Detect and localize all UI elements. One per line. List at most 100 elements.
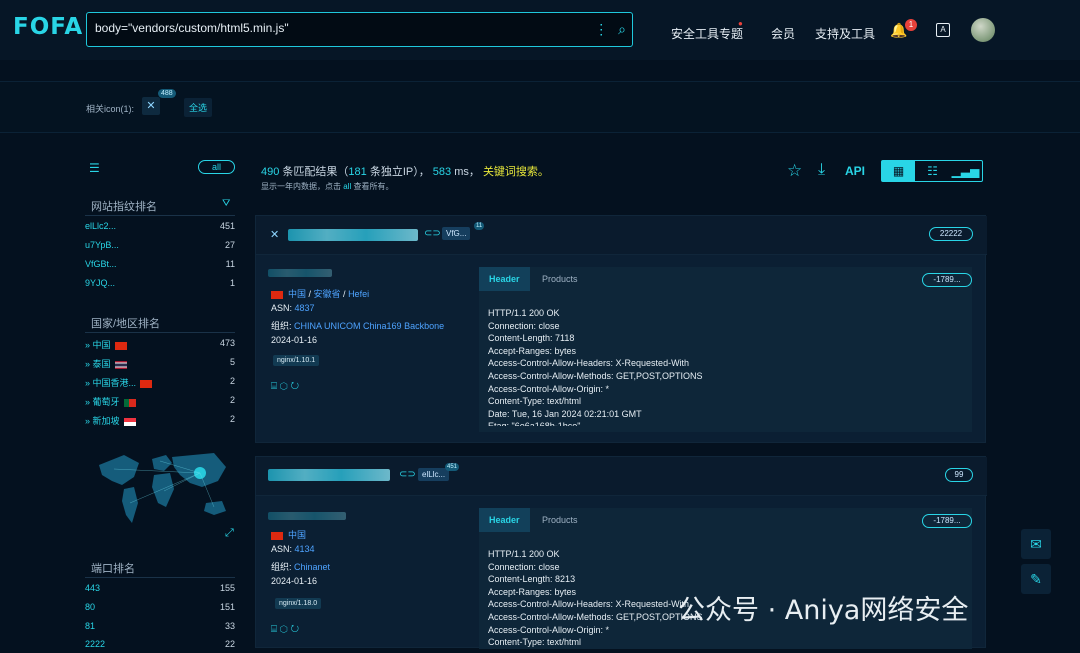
link-icon[interactable]: ⊂⊃: [399, 469, 416, 480]
all-button[interactable]: all: [198, 160, 235, 174]
fingerprint-item[interactable]: VfGBt... 11: [85, 259, 235, 273]
card-header: ⊂⊃ elLlc... 451 99: [256, 457, 987, 496]
avatar[interactable]: [971, 18, 995, 42]
code-icon[interactable]: ⌸: [271, 381, 277, 392]
http-header-text: HTTP/1.1 200 OK Connection: close Conten…: [488, 308, 703, 426]
tab-header[interactable]: Header: [479, 267, 530, 291]
redacted-host[interactable]: [288, 229, 418, 241]
country-item[interactable]: » 泰国 5: [85, 357, 235, 371]
search-icon[interactable]: ⌕: [618, 21, 626, 37]
http-header-text: HTTP/1.1 200 OK Connection: close Conten…: [488, 549, 703, 648]
refresh-icon[interactable]: ↻: [291, 381, 299, 392]
filter-icon[interactable]: ⛛: [222, 198, 230, 209]
port-item[interactable]: 80 151: [85, 602, 235, 616]
view-switcher: ▦ ☷ ▁▃▅: [881, 160, 983, 182]
results-note: 显示一年内数据，点击 all 查看所有。: [261, 182, 394, 191]
server-tag[interactable]: nginx/1.18.0: [275, 598, 322, 609]
flag-cn-icon: [114, 341, 127, 350]
flag-hk-icon: [140, 379, 153, 388]
fingerprint-tag[interactable]: elLlc...: [418, 468, 450, 481]
country-item[interactable]: » 中国 473: [85, 338, 235, 352]
date: 2024-01-16: [271, 335, 318, 345]
icon-count-badge: 488: [158, 89, 176, 98]
hash-badge[interactable]: -1789...: [922, 514, 972, 528]
star-icon[interactable]: ☆: [787, 161, 802, 181]
top-bar: FOFA ⋮ ⌕ 安全工具专题 ● 会员 支持及工具 🔔 1 A: [0, 0, 1080, 60]
keyword-search-link[interactable]: 关键词搜索。: [483, 166, 549, 178]
country-item[interactable]: » 新加坡 2: [85, 414, 235, 428]
port-badge[interactable]: 99: [945, 468, 973, 482]
search-input[interactable]: [95, 21, 575, 35]
divider: [85, 215, 235, 216]
chevron-right-icon: »: [85, 340, 93, 350]
download-icon[interactable]: ⤓: [818, 161, 825, 179]
filter-settings-icon[interactable]: ☰: [89, 161, 100, 175]
hash-badge[interactable]: -1789...: [922, 273, 972, 287]
nav-member[interactable]: 会员: [771, 25, 795, 42]
port-item[interactable]: 2222 22: [85, 639, 235, 653]
port-item[interactable]: 443 155: [85, 583, 235, 597]
fingerprint-item[interactable]: u7YpB... 27: [85, 240, 235, 254]
nav-support-tools[interactable]: 支持及工具: [815, 25, 875, 42]
fingerprint-item[interactable]: 9YJQ... 1: [85, 278, 235, 292]
edit-icon[interactable]: ✎: [1021, 564, 1051, 594]
select-all-button[interactable]: 全选: [184, 98, 213, 117]
card-actions: ⌸ ⬡ ↻: [271, 624, 299, 635]
fingerprint-rank-title: 网站指纹排名: [91, 201, 157, 213]
tool-icon[interactable]: ✕: [142, 97, 160, 115]
chart-view-icon[interactable]: ▁▃▅: [949, 161, 982, 181]
card-header: ✕ ⊂⊃ VfG... 11 22222: [256, 216, 987, 255]
port-badge[interactable]: 22222: [929, 227, 973, 241]
cube-icon[interactable]: ⬡: [280, 381, 288, 392]
world-map[interactable]: [94, 445, 234, 535]
tab-products[interactable]: Products: [532, 508, 588, 532]
server-tag[interactable]: nginx/1.10.1: [273, 355, 320, 366]
organization: 组织: Chinanet: [271, 562, 331, 572]
watermark: 公众号 · Aniya网络安全: [678, 595, 969, 626]
redacted-ip[interactable]: [268, 512, 346, 520]
date: 2024-01-16: [271, 576, 318, 586]
more-options-icon[interactable]: ⋮: [594, 21, 608, 37]
tab-products[interactable]: Products: [532, 267, 588, 291]
nav-security-tools[interactable]: 安全工具专题: [671, 25, 743, 42]
chevron-right-icon: »: [85, 416, 93, 426]
chevron-right-icon: »: [85, 397, 93, 407]
organization: 组织: CHINA UNICOM China169 Backbone: [271, 321, 445, 331]
country-rank-title: 国家/地区排名: [91, 318, 161, 330]
tab-header[interactable]: Header: [479, 508, 530, 532]
fingerprint-tag[interactable]: VfG...: [442, 227, 471, 240]
flag-pt-icon: [123, 398, 136, 407]
chevron-right-icon: »: [85, 359, 93, 369]
port-item[interactable]: 81 33: [85, 621, 235, 635]
divider: [85, 332, 235, 333]
fingerprint-item[interactable]: elLlc2... 451: [85, 221, 235, 235]
fofa-logo[interactable]: FOFA: [13, 14, 83, 40]
redacted-ip[interactable]: [268, 269, 332, 277]
cube-icon[interactable]: ⬡: [280, 624, 288, 635]
redacted-host[interactable]: [268, 469, 390, 481]
card-actions: ⌸ ⬡ ↻: [271, 381, 299, 392]
flag-cn-icon: [271, 531, 283, 540]
refresh-icon[interactable]: ↻: [291, 624, 299, 635]
code-icon[interactable]: ⌸: [271, 624, 277, 635]
grid-view-icon[interactable]: ▦: [882, 161, 915, 181]
notification-badge: 1: [905, 19, 917, 31]
link-icon[interactable]: ⊂⊃: [424, 228, 441, 239]
tag-count: 451: [445, 463, 460, 471]
result-card: ✕ ⊂⊃ VfG... 11 22222 中国 / 安徽省 / Hefei AS…: [255, 215, 987, 443]
related-icons-label: 相关icon(1):: [86, 104, 135, 114]
search-box[interactable]: ⋮ ⌕: [86, 12, 633, 47]
results-summary: 490 条匹配结果（181 条独立IP）， 583 ms， 关键词搜索。: [261, 166, 549, 178]
flag-sg-icon: [123, 417, 136, 426]
list-view-icon[interactable]: ☷: [916, 161, 949, 181]
bell-icon[interactable]: 🔔: [890, 22, 907, 38]
api-button[interactable]: API: [845, 164, 865, 178]
translate-icon[interactable]: A: [936, 23, 950, 37]
tag-count: 11: [474, 222, 485, 230]
country-item[interactable]: » 中国香港... 2: [85, 376, 235, 390]
country-item[interactable]: » 葡萄牙 2: [85, 395, 235, 409]
location: 中国: [271, 528, 306, 541]
wechat-icon[interactable]: ✉: [1021, 529, 1051, 559]
left-sidebar: ☰ all 网站指纹排名 ⛛ elLlc2... 451 u7YpB... 27 V…: [85, 150, 240, 649]
expand-map-icon[interactable]: ⤢: [225, 527, 234, 540]
